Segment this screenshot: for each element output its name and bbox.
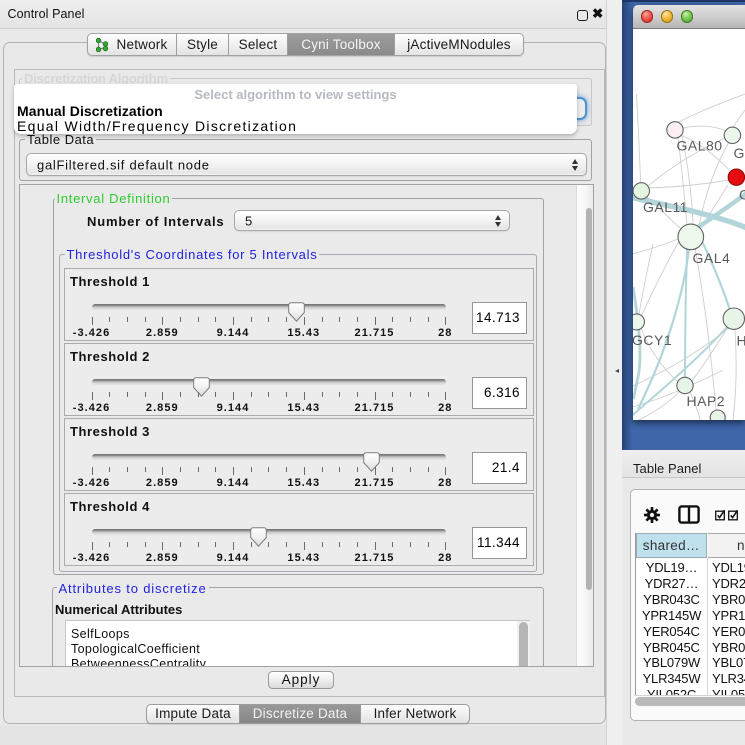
svg-text:GA: GA xyxy=(734,145,745,161)
svg-text:GAL4: GAL4 xyxy=(693,250,731,266)
svg-text:GCY1: GCY1 xyxy=(633,332,672,348)
svg-text:H: H xyxy=(737,332,745,348)
svg-text:HAP2: HAP2 xyxy=(687,393,726,409)
svg-text:GAL80: GAL80 xyxy=(677,137,723,153)
svg-text:C: C xyxy=(739,186,745,202)
svg-text:GAL11: GAL11 xyxy=(643,199,688,215)
